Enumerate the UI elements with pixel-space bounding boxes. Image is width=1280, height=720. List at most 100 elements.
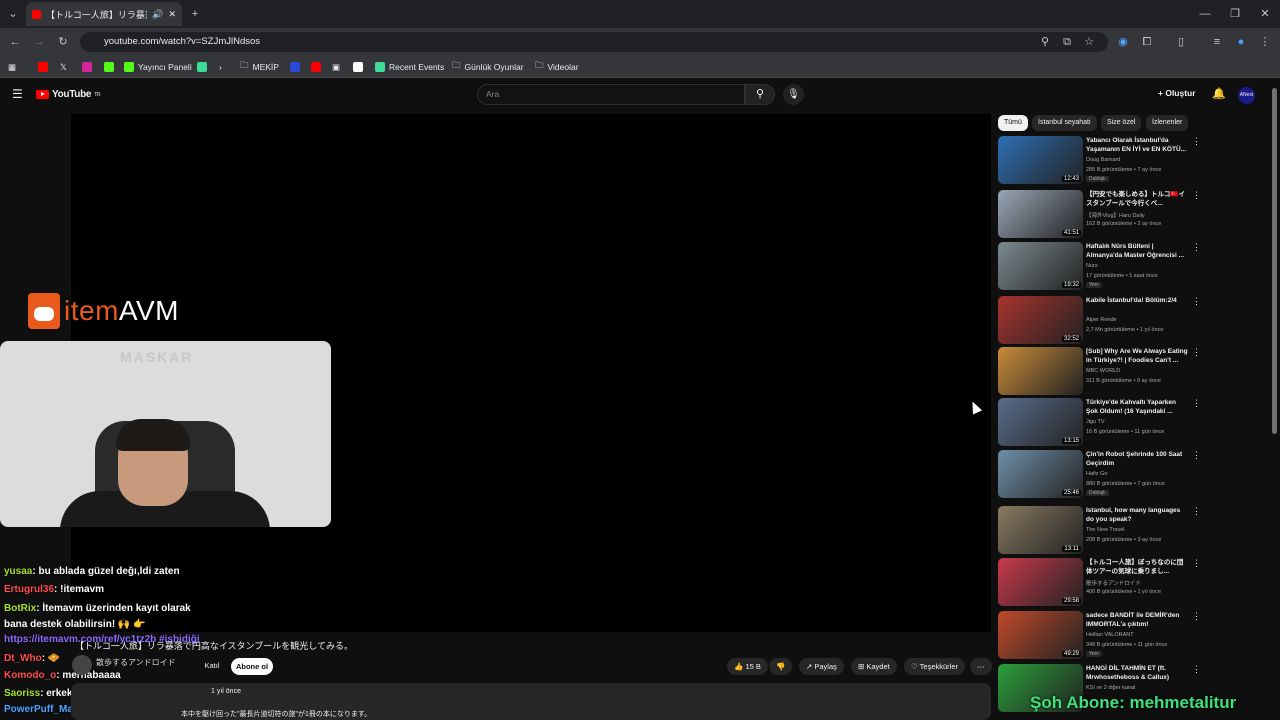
recommended-video[interactable]: 13:11 Istanbul, how many languages do you…: [998, 506, 1238, 556]
video-thumbnail[interactable]: 25:46: [998, 450, 1083, 498]
recommended-video[interactable]: 13:15 Türkiye'de Kahvaltı Yaparken Şok Ol…: [998, 398, 1238, 448]
subscribe-button[interactable]: Abone ol: [231, 658, 273, 675]
video-thumbnail[interactable]: 49:29: [998, 611, 1083, 659]
bookmark-app-icon[interactable]: [197, 60, 207, 74]
chip-for-you[interactable]: Size özel: [1101, 115, 1142, 131]
channel-name[interactable]: Alper Rende: [1086, 317, 1117, 323]
channel-name[interactable]: The New Travel: [1086, 527, 1125, 533]
channel-name[interactable]: Hafiz Go: [1086, 471, 1107, 477]
more-options-icon[interactable]: ⋮: [1192, 242, 1201, 253]
chip-all[interactable]: Tümü: [998, 115, 1028, 131]
audio-icon[interactable]: 🔊: [152, 9, 163, 20]
video-title[interactable]: sadece BANDİT ile DEMİR'den IMMORTAL'a ç…: [1086, 611, 1188, 629]
more-actions-icon[interactable]: ⋯: [970, 658, 992, 675]
video-thumbnail[interactable]: 41:51: [998, 190, 1083, 238]
bookmark-recent-events[interactable]: Recent Events: [375, 60, 444, 74]
channel-name[interactable]: KSI ve 2 diğer kanal: [1086, 685, 1135, 691]
back-icon[interactable]: ←: [6, 33, 24, 51]
page-scrollbar[interactable]: [1272, 88, 1277, 434]
search-icon[interactable]: ⚲: [745, 84, 775, 105]
bookmark-game-icon[interactable]: [353, 60, 363, 74]
tab-active[interactable]: 【トルコ一人旅】リラ暴落で円高 🔊 ✕: [26, 2, 182, 26]
recommended-video[interactable]: 41:51 【円安でも楽しめる】トルコ🇹🇷イスタンブールで今行くべ... 【海外Vl…: [998, 190, 1238, 240]
recommended-video[interactable]: 49:29 sadece BANDİT ile DEMİR'den IMMORTA…: [998, 611, 1238, 661]
video-thumbnail[interactable]: 29:58: [998, 558, 1083, 606]
description-box[interactable]: 1 yıl önce 本中を駆け回った"最長片道切符の旅"が1冊の本になります。: [71, 683, 991, 720]
video-title[interactable]: Kabile İstanbul'da! Bölüm:2/4: [1086, 296, 1188, 314]
channel-name[interactable]: MBC WORLD: [1086, 368, 1120, 374]
channel-name[interactable]: Nurs: [1086, 263, 1098, 269]
channel-name[interactable]: 【海外Vlog】Haru Daily: [1086, 211, 1145, 219]
url-field[interactable]: youtube.com/watch?v=SZJmJlNdsos: [80, 32, 1108, 52]
bookmark-mekip[interactable]: 🗀 MEKİP: [240, 60, 279, 74]
puzzle-icon[interactable]: ⧠: [1138, 33, 1156, 51]
bookmark-blue-icon[interactable]: [290, 60, 300, 74]
channel-name[interactable]: Hellian VALORANT: [1086, 632, 1134, 638]
hamburger-icon[interactable]: ☰: [12, 87, 23, 101]
mic-icon[interactable]: 🎙: [783, 84, 804, 105]
video-title[interactable]: Yabancı Olarak İstanbul'da Yaşamanın EN …: [1086, 136, 1188, 154]
profile-icon[interactable]: ●: [1232, 33, 1250, 51]
menu-icon[interactable]: ⋮: [1256, 33, 1274, 51]
video-thumbnail[interactable]: 32:52: [998, 296, 1083, 344]
video-title[interactable]: Istanbul, how many languages do you spea…: [1086, 506, 1188, 524]
reload-icon[interactable]: ↻: [54, 33, 72, 51]
video-thumbnail[interactable]: [998, 347, 1083, 395]
more-options-icon[interactable]: ⋮: [1192, 347, 1201, 358]
bookmark-youtube-icon[interactable]: [38, 60, 48, 74]
new-tab-icon[interactable]: +: [186, 5, 204, 23]
more-options-icon[interactable]: ⋮: [1192, 136, 1201, 147]
bookmark-terminal-icon[interactable]: ›: [219, 60, 222, 74]
channel-name[interactable]: Doug Barnard: [1086, 157, 1120, 163]
share-button[interactable]: ↗ Paylaş: [799, 658, 844, 675]
video-title[interactable]: 【円安でも楽しめる】トルコ🇹🇷イスタンブールで今行くべ...: [1086, 190, 1188, 208]
chip-watched[interactable]: İzlenenler: [1146, 115, 1189, 131]
more-options-icon[interactable]: ⋮: [1192, 558, 1201, 569]
channel-name[interactable]: Jigu TV: [1086, 419, 1105, 425]
bookmark-videolar[interactable]: 🗀 Videolar: [535, 60, 579, 74]
channel-name[interactable]: 散歩するアンドロイド: [1086, 579, 1141, 587]
extension-icon[interactable]: ◉: [1114, 33, 1132, 51]
bookmark-yayinci-paneli[interactable]: Yayıncı Paneli: [124, 60, 192, 74]
more-options-icon[interactable]: ⋮: [1192, 450, 1201, 461]
more-options-icon[interactable]: ⋮: [1192, 190, 1201, 201]
more-options-icon[interactable]: ⋮: [1192, 506, 1201, 517]
bookmark-kick-icon[interactable]: [104, 60, 114, 74]
bookmark-yt2-icon[interactable]: [311, 60, 321, 74]
video-title[interactable]: Çin'in Robot Şehrinde 100 Saat Geçirdim: [1086, 450, 1188, 468]
recommended-video[interactable]: 32:52 Kabile İstanbul'da! Bölüm:2/4 Alper …: [998, 296, 1238, 346]
search-input[interactable]: Ara: [477, 84, 745, 105]
chip-istanbul[interactable]: İstanbul seyahati: [1032, 115, 1097, 131]
channel-name[interactable]: 散歩するアンドロイド: [96, 657, 176, 668]
bookmark-x-icon[interactable]: 𝕏: [60, 60, 67, 74]
sidepanel-icon[interactable]: ▯: [1172, 33, 1190, 51]
more-options-icon[interactable]: ⋮: [1192, 296, 1201, 307]
join-button[interactable]: Katıl: [198, 658, 226, 674]
video-thumbnail[interactable]: 13:15: [998, 398, 1083, 446]
video-thumbnail[interactable]: 13:11: [998, 506, 1083, 554]
forward-icon[interactable]: →: [30, 33, 48, 51]
video-thumbnail[interactable]: 12:43: [998, 136, 1083, 184]
zoom-icon[interactable]: ⚲: [1036, 33, 1054, 51]
minimize-icon[interactable]: —: [1196, 5, 1214, 23]
video-title[interactable]: [Sub] Why Are We Always Eating in Türkiy…: [1086, 347, 1188, 365]
recommended-video[interactable]: 25:46 Çin'in Robot Şehrinde 100 Saat Geçi…: [998, 450, 1238, 500]
more-options-icon[interactable]: ⋮: [1192, 398, 1201, 409]
dislike-button[interactable]: 👎: [769, 658, 793, 675]
bookmark-instagram-icon[interactable]: [82, 60, 92, 74]
cast-icon[interactable]: ⧉: [1058, 33, 1076, 51]
video-title[interactable]: Haftalık Nürs Bülteni | Almanya'da Maste…: [1086, 242, 1188, 260]
create-button[interactable]: + Oluştur: [1158, 88, 1196, 98]
video-thumbnail[interactable]: 19:32: [998, 242, 1083, 290]
apps-icon[interactable]: ▦: [8, 60, 16, 74]
channel-avatar[interactable]: [72, 655, 92, 675]
save-button[interactable]: ⊞ Kaydet: [851, 658, 897, 675]
close-window-icon[interactable]: ✕: [1256, 5, 1274, 23]
video-title[interactable]: HANGİ DİL TAHMİN ET (ft. Mrwhosetheboss …: [1086, 664, 1188, 682]
more-options-icon[interactable]: ⋮: [1192, 664, 1201, 675]
video-title[interactable]: Türkiye'de Kahvaltı Yaparken Şok Oldum! …: [1086, 398, 1188, 416]
bookmark-gunluk-oyunlar[interactable]: 🗀 Günlük Oyunlar: [452, 60, 524, 74]
bookmark-image-icon[interactable]: ▣: [332, 60, 340, 74]
close-tab-icon[interactable]: ✕: [168, 9, 176, 20]
recommended-video[interactable]: 19:32 Haftalık Nürs Bülteni | Almanya'da …: [998, 242, 1238, 292]
